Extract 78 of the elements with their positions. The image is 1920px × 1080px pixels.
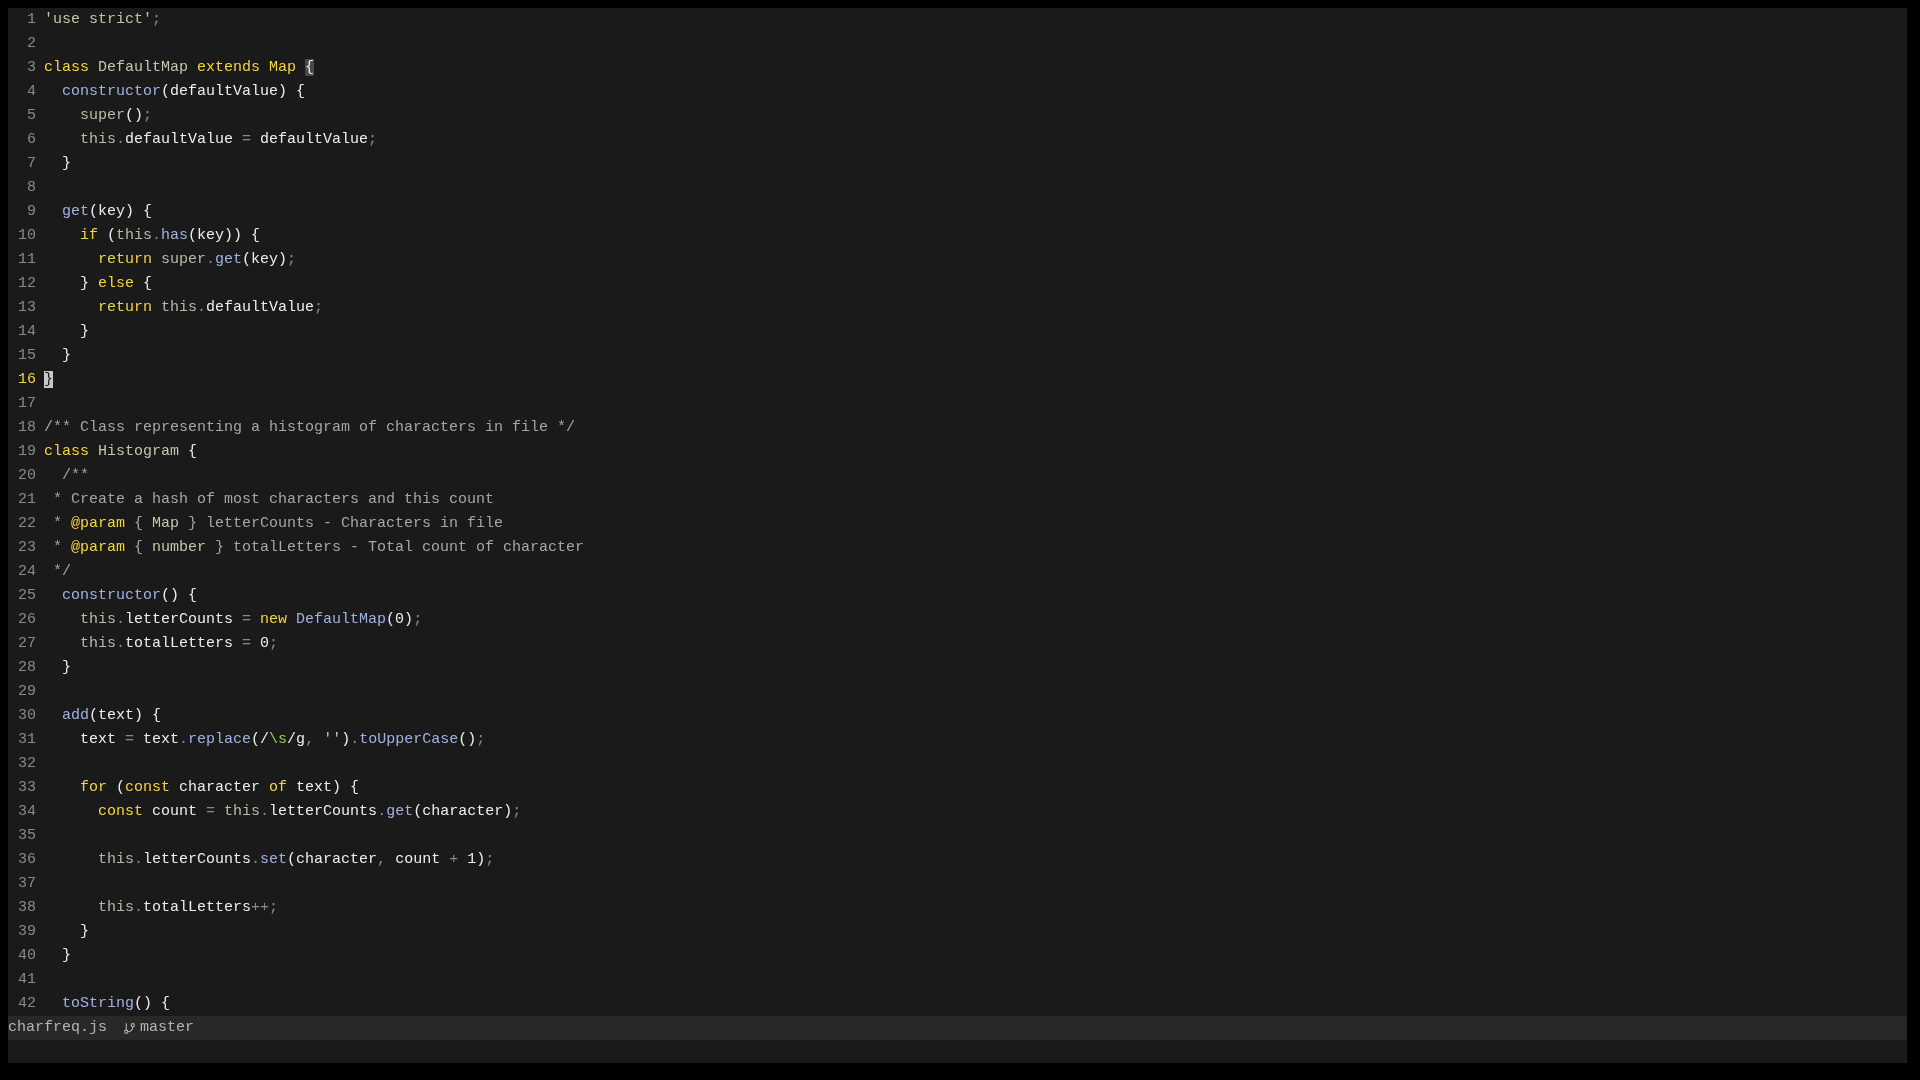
code-line: }	[61, 657, 71, 678]
line-number: 13	[17, 297, 36, 318]
code-line: * @param { Map } letterCounts - Characters in file	[52, 513, 504, 534]
line-number: 18	[17, 417, 36, 438]
line-number: 33	[17, 777, 36, 798]
code-line: }	[79, 921, 89, 942]
code-line: this.totalLetters++;	[97, 897, 279, 918]
file-name: charfreq.js	[8, 1017, 108, 1038]
line-number: 28	[17, 657, 36, 678]
line-number: 26	[17, 609, 36, 630]
code-line: /**	[61, 465, 89, 486]
line-number: 34	[17, 801, 36, 822]
code-line: /** Class representing a histogram of characters in file */	[44, 417, 576, 438]
line-number: 40	[17, 945, 36, 966]
code-line: get(key) {	[61, 201, 153, 222]
code-line: * @param { number } totalLetters - Total count of character	[52, 537, 585, 558]
line-number: 15	[17, 345, 36, 366]
code-line: }	[61, 945, 71, 966]
line-number: 20	[17, 465, 36, 486]
code-line: class Histogram {	[44, 441, 198, 462]
code-line: 'use strict';	[44, 9, 162, 30]
code-line: constructor(defaultValue) {	[61, 81, 306, 102]
line-number: 31	[17, 729, 36, 750]
line-number: 27	[17, 633, 36, 654]
code-line: super();	[79, 105, 153, 126]
line-number: 42	[17, 993, 36, 1014]
line-number: 41	[17, 969, 36, 990]
line-number: 32	[17, 753, 36, 774]
line-number: 23	[17, 537, 36, 558]
line-number: 25	[17, 585, 36, 606]
line-number: 38	[17, 897, 36, 918]
code-line: }	[61, 153, 71, 174]
line-number: 2	[26, 33, 36, 54]
code-line: return super.get(key);	[97, 249, 297, 270]
line-number: 35	[17, 825, 36, 846]
line-number: 17	[17, 393, 36, 414]
code-line: const count = this.letterCounts.get(character);	[97, 801, 522, 822]
branch-icon	[123, 1021, 137, 1035]
code-line: if (this.has(key)) {	[79, 225, 261, 246]
code-line: text = text.replace(/\s/g, '').toUpperCase();	[79, 729, 486, 750]
line-number: 22	[17, 513, 36, 534]
line-number: 8	[26, 177, 36, 198]
line-number: 36	[17, 849, 36, 870]
code-line: toString() {	[61, 993, 171, 1014]
code-line: constructor() {	[61, 585, 198, 606]
code-line: this.totalLetters = 0;	[79, 633, 279, 654]
branch-name: master	[140, 1017, 195, 1038]
line-number: 6	[26, 129, 36, 150]
line-number: 21	[17, 489, 36, 510]
code-line: }	[79, 321, 89, 342]
line-number: 14	[17, 321, 36, 342]
code-line: for (const character of text) {	[79, 777, 360, 798]
line-number: 10	[17, 225, 36, 246]
code-line: this.letterCounts.set(character, count + 1);	[97, 849, 495, 870]
code-line: }	[61, 345, 71, 366]
line-number: 1	[26, 9, 36, 30]
code-line: } else {	[79, 273, 153, 294]
code-line: class DefaultMap extends Map {	[44, 57, 315, 78]
line-number: 9	[26, 201, 36, 222]
line-number: 19	[17, 441, 36, 462]
line-number: 30	[17, 705, 36, 726]
code-line: * Create a hash of most characters and this count	[52, 489, 495, 510]
line-number: 39	[17, 921, 36, 942]
code-line: this.letterCounts = new DefaultMap(0);	[79, 609, 423, 630]
line-number: 16	[17, 369, 36, 390]
line-number: 12	[17, 273, 36, 294]
code-line: add(text) {	[61, 705, 162, 726]
line-number: 3	[26, 57, 36, 78]
code-line: this.defaultValue = defaultValue;	[79, 129, 378, 150]
line-number: 29	[17, 681, 36, 702]
line-number: 5	[26, 105, 36, 126]
line-number: 7	[26, 153, 36, 174]
code-line: return this.defaultValue;	[97, 297, 324, 318]
line-number: 37	[17, 873, 36, 894]
line-number: 4	[26, 81, 36, 102]
line-number: 11	[17, 249, 36, 270]
line-number: 24	[17, 561, 36, 582]
code-line: */	[52, 561, 71, 582]
